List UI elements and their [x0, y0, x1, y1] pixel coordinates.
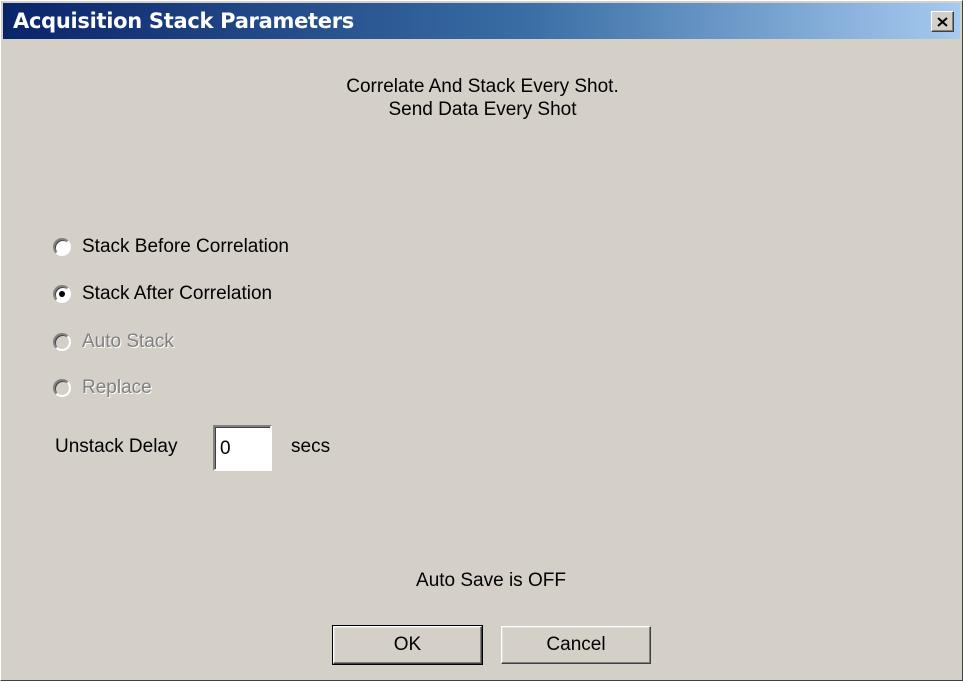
unstack-delay-label: Unstack Delay — [55, 436, 178, 457]
info-line-2: Send Data Every Shot — [388, 99, 577, 120]
auto-save-status: Auto Save is OFF — [416, 570, 566, 591]
info-line-1: Correlate And Stack Every Shot. — [346, 76, 619, 97]
close-icon — [937, 16, 948, 27]
radio-auto-stack: Auto Stack — [53, 329, 174, 355]
window-title: Acquisition Stack Parameters — [13, 9, 354, 33]
radio-label: Stack Before Correlation — [82, 236, 289, 257]
radio-button — [53, 333, 71, 351]
dialog-window: Acquisition Stack Parameters Correlate A… — [0, 0, 963, 681]
radio-button[interactable] — [53, 285, 71, 303]
radio-stack-after-correlation[interactable]: Stack After Correlation — [53, 281, 272, 307]
radio-stack-before-correlation[interactable]: Stack Before Correlation — [53, 234, 289, 260]
unstack-delay-unit: secs — [291, 436, 331, 457]
radio-label: Stack After Correlation — [82, 283, 273, 304]
radio-button[interactable] — [53, 238, 71, 256]
radio-replace: Replace — [53, 375, 152, 401]
radio-button — [53, 379, 71, 397]
close-button[interactable] — [931, 11, 954, 32]
cancel-button[interactable]: Cancel — [501, 626, 651, 664]
radio-label: Replace — [82, 377, 152, 398]
ok-button[interactable]: OK — [332, 625, 483, 665]
radio-label: Auto Stack — [82, 331, 174, 352]
title-bar[interactable]: Acquisition Stack Parameters — [3, 3, 960, 39]
unstack-delay-input[interactable] — [213, 425, 272, 471]
